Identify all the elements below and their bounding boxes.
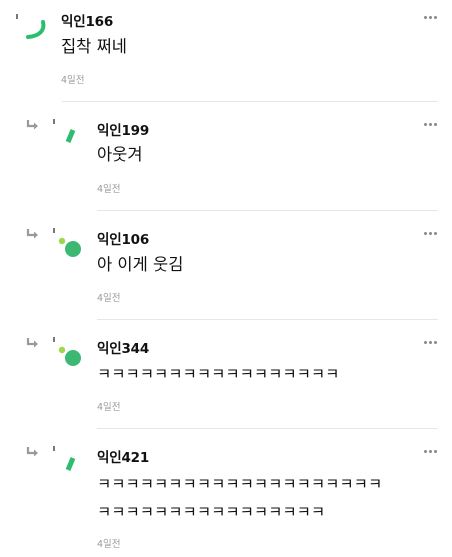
comment-time: 4일전 <box>97 293 121 304</box>
reply-item: 익인421 ㅋㅋㅋㅋㅋㅋㅋㅋㅋㅋㅋㅋㅋㅋㅋㅋㅋㅋㅋㅋ ㅋㅋㅋㅋㅋㅋㅋㅋㅋㅋㅋㅋㅋ… <box>0 430 452 557</box>
reply-item: 익인199 아웃겨 4일전 <box>0 102 452 212</box>
corner-mark-icon <box>53 446 55 451</box>
comment-text: 아웃겨 <box>97 145 143 164</box>
comment-author[interactable]: 익인106 <box>97 228 149 248</box>
reply-arrow-icon <box>26 120 38 130</box>
avatar-dots-icon <box>58 237 81 257</box>
reply-arrow-icon <box>26 229 38 239</box>
avatar-dots-icon <box>58 346 81 366</box>
comment-author[interactable]: 익인344 <box>97 337 149 357</box>
corner-mark-icon <box>53 337 55 342</box>
comment-item: 익인166 집착 쩌네 4일전 <box>0 0 452 102</box>
comment-text: ㅋㅋㅋㅋㅋㅋㅋㅋㅋㅋㅋㅋㅋㅋㅋㅋㅋㅋㅋㅋ ㅋㅋㅋㅋㅋㅋㅋㅋㅋㅋㅋㅋㅋㅋㅋㅋ <box>97 475 383 521</box>
corner-mark-icon <box>53 228 55 233</box>
comment-text: ㅋㅋㅋㅋㅋㅋㅋㅋㅋㅋㅋㅋㅋㅋㅋㅋㅋ <box>97 365 340 383</box>
reply-item: 익인106 아 이게 웃김 4일전 <box>0 212 452 320</box>
corner-mark-icon <box>16 14 18 19</box>
more-options-icon[interactable] <box>424 123 438 127</box>
comment-time: 4일전 <box>97 539 121 550</box>
more-options-icon[interactable] <box>424 16 438 20</box>
avatar-arc-icon <box>26 20 46 39</box>
more-options-icon[interactable] <box>424 341 438 345</box>
comment-author[interactable]: 익인421 <box>97 446 149 466</box>
comment-divider <box>97 428 438 429</box>
more-options-icon[interactable] <box>424 232 438 236</box>
comment-divider <box>97 319 438 320</box>
avatar-dash-icon <box>65 129 76 143</box>
reply-item: 익인344 ㅋㅋㅋㅋㅋㅋㅋㅋㅋㅋㅋㅋㅋㅋㅋㅋㅋ 4일전 <box>0 321 452 429</box>
comment-text: 아 이게 웃김 <box>97 255 184 274</box>
comment-author[interactable]: 익인166 <box>61 10 113 30</box>
avatar-dash-icon <box>65 457 76 471</box>
comment-author[interactable]: 익인199 <box>97 119 149 139</box>
reply-arrow-icon <box>26 447 38 457</box>
comment-time: 4일전 <box>97 402 121 413</box>
corner-mark-icon <box>53 119 55 124</box>
more-options-icon[interactable] <box>424 450 438 454</box>
comment-text: 집착 쩌네 <box>61 37 127 56</box>
reply-arrow-icon <box>26 338 38 348</box>
comment-divider <box>97 210 438 211</box>
comment-time: 4일전 <box>97 184 121 195</box>
comment-time: 4일전 <box>61 75 85 86</box>
